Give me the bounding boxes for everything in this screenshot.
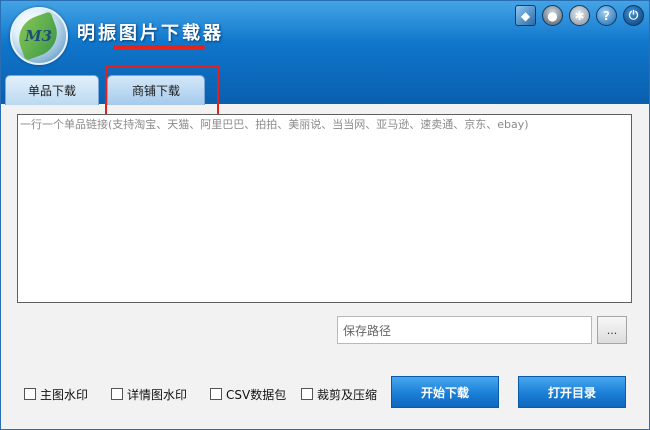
app-title: 明振图片下载器 (77, 23, 224, 44)
app-window: M3 明振图片下载器 ◆ ● ✱ ? ⏻ 单品下载 商铺下载 一行一个单品链接(… (0, 0, 650, 430)
help-icon[interactable]: ? (596, 5, 617, 26)
option-label: 详情图水印 (127, 387, 188, 402)
save-path-placeholder: 保存路径 (343, 323, 392, 338)
tab-single-download[interactable]: 单品下载 (5, 75, 99, 105)
browse-button[interactable]: ... (597, 316, 627, 344)
option-detail-watermark[interactable]: 详情图水印 (111, 385, 187, 403)
open-directory-button[interactable]: 打开目录 (518, 376, 626, 408)
cube-icon[interactable]: ◆ (515, 5, 536, 26)
gear-icon[interactable]: ✱ (569, 5, 590, 26)
option-label: 主图水印 (40, 387, 89, 402)
toolbar-icons: ◆ ● ✱ ? ⏻ (515, 5, 644, 27)
logo-text: M3 (25, 27, 53, 45)
title-underline (113, 45, 205, 50)
option-csv-package[interactable]: CSV数据包 (210, 385, 286, 403)
app-logo: M3 (10, 7, 68, 65)
option-crop-compress[interactable]: 裁剪及压缩 (301, 385, 377, 403)
checkbox[interactable] (210, 388, 222, 400)
checkbox[interactable] (111, 388, 123, 400)
links-input[interactable]: 一行一个单品链接(支持淘宝、天猫、阿里巴巴、拍拍、美丽说、当当网、亚马逊、速卖通… (17, 114, 632, 303)
app-header: M3 明振图片下载器 ◆ ● ✱ ? ⏻ 单品下载 商铺下载 (1, 1, 649, 105)
user-icon[interactable]: ● (542, 5, 563, 26)
option-label: 裁剪及压缩 (317, 387, 378, 402)
option-label: CSV数据包 (226, 387, 287, 402)
save-path-input[interactable]: 保存路径 (337, 316, 592, 344)
option-main-watermark[interactable]: 主图水印 (24, 385, 88, 403)
checkbox[interactable] (24, 388, 36, 400)
power-icon[interactable]: ⏻ (623, 5, 644, 26)
tab-label: 单品下载 (27, 84, 76, 98)
links-placeholder: 一行一个单品链接(支持淘宝、天猫、阿里巴巴、拍拍、美丽说、当当网、亚马逊、速卖通… (20, 118, 529, 131)
start-download-button[interactable]: 开始下载 (391, 376, 499, 408)
checkbox[interactable] (301, 388, 313, 400)
